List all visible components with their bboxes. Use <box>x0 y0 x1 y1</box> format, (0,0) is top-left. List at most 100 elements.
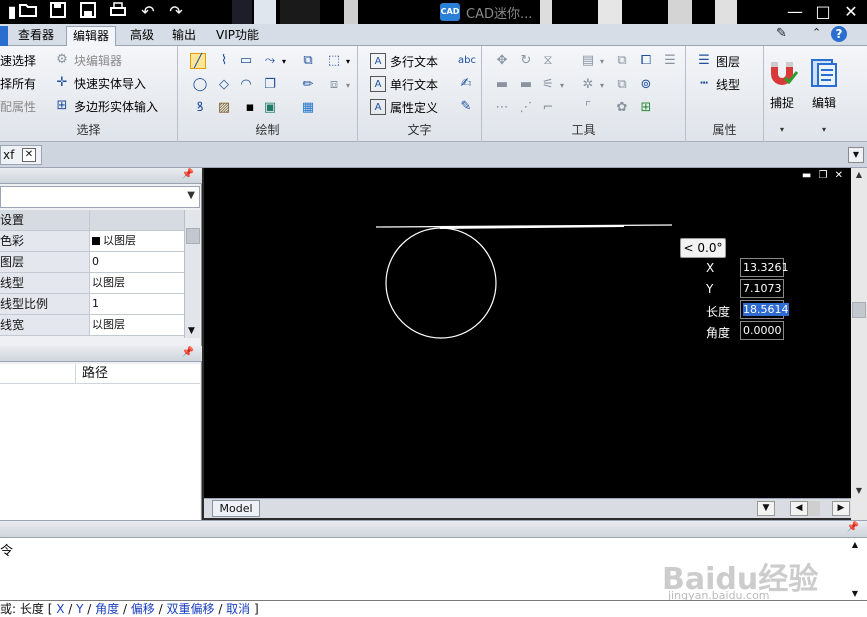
save-icon[interactable] <box>48 2 68 22</box>
property-row-color[interactable]: 色彩 以图层 <box>0 231 184 252</box>
app-button[interactable] <box>0 26 8 46</box>
rectangle-tool-button[interactable]: ▭ <box>238 51 254 71</box>
explode-button[interactable]: ⊚ <box>638 75 654 95</box>
pen-edit-icon[interactable]: ✎ <box>776 26 787 44</box>
tab-viewer[interactable]: 查看器 <box>12 26 60 46</box>
text-style-button[interactable]: abc <box>458 51 476 71</box>
table-tool-button[interactable]: ▦ <box>300 98 316 118</box>
region-tool-button[interactable]: ⬚ ▾ <box>326 51 350 71</box>
single-line-text-button[interactable]: A 单行文本 <box>370 74 438 94</box>
entity-type-select[interactable]: ▼ <box>0 186 200 208</box>
snap-dropdown-icon[interactable]: ▾ <box>762 125 802 134</box>
match-properties-button[interactable]: 配属性 <box>0 96 36 116</box>
polygon-entity-input-button[interactable]: ⊞ 多边形实体输入 <box>54 96 158 116</box>
ellipse-tool-button[interactable]: ◇ <box>216 75 232 95</box>
scroll-up-icon[interactable]: ▲ <box>851 168 867 182</box>
scroll-down-icon[interactable]: ▼ <box>851 484 867 498</box>
maximize-icon[interactable]: □ <box>809 0 837 24</box>
purge-button[interactable]: ✿ <box>614 98 630 118</box>
edit-dropdown-icon[interactable]: ▾ <box>804 125 844 134</box>
arc-tool-button[interactable]: ◠ <box>238 75 254 95</box>
scroll-right-icon[interactable]: ▶ <box>832 501 850 516</box>
model-tab[interactable]: Model <box>212 500 260 517</box>
quick-select-button[interactable]: 速选择 <box>0 50 36 70</box>
length-input[interactable]: 18.5614 <box>740 300 789 319</box>
extend-button[interactable]: ✲ ▾ <box>580 75 604 95</box>
group-button[interactable]: ⧠ <box>638 51 654 71</box>
help-icon[interactable]: ? <box>831 26 847 42</box>
block-editor-button[interactable]: ⚙ 块编辑器 <box>54 50 122 70</box>
break-button[interactable]: ⋯ <box>494 98 510 118</box>
trim-button[interactable]: ⚟ ▾ <box>540 75 564 95</box>
command-line[interactable]: 或: 长度 [ X / Y / 角度 / 偏移 / 双重偏移 / 取消 ] <box>0 600 867 617</box>
copy-entity-button[interactable]: ❐ <box>262 75 278 95</box>
array-button[interactable]: ▤ ▾ <box>580 51 604 71</box>
option-double-offset[interactable]: 双重偏移 <box>166 602 214 616</box>
y-coordinate-input[interactable]: 7.1073 <box>740 279 784 298</box>
scroll-thumb[interactable] <box>852 302 866 318</box>
canvas-vertical-scrollbar[interactable]: ▲ ▼ <box>851 168 867 498</box>
option-angle[interactable]: 角度 <box>95 602 119 616</box>
property-row-layer[interactable]: 图层 0 <box>0 252 184 273</box>
scroll-up-icon[interactable]: ▲ <box>847 540 863 549</box>
pin-icon[interactable]: 📌 <box>182 347 194 358</box>
export-button[interactable]: ⊞ <box>638 98 654 118</box>
layout-tabs-dropdown-icon[interactable]: ▼ <box>757 501 775 516</box>
linetype-button[interactable]: ┅ 线型 <box>696 74 740 94</box>
join-button[interactable]: ⧉ <box>614 75 630 95</box>
line-tool-button[interactable]: ╱ <box>190 51 206 71</box>
circle-tool-button[interactable]: ◯ <box>192 75 208 95</box>
drawing-canvas[interactable]: ▬ ❐ ✕ < 0.0° X 13.3261 Y 7.1073 长度 18.56… <box>204 168 851 498</box>
tab-advanced[interactable]: 高级 <box>124 26 160 46</box>
polyline-tool-button[interactable]: ⌇ <box>216 51 232 71</box>
option-cancel[interactable]: 取消 <box>226 602 250 616</box>
list-button[interactable]: ☰ <box>662 51 678 71</box>
mirror-button[interactable]: ⧖ <box>540 51 556 71</box>
pin-icon[interactable]: 📌 <box>182 169 194 180</box>
layers-button[interactable]: ☰ 图层 <box>696 51 740 71</box>
collapse-ribbon-icon[interactable]: ⌃ <box>812 26 821 44</box>
print-icon[interactable] <box>108 2 128 22</box>
multiline-text-button[interactable]: A 多行文本 <box>370 51 438 71</box>
chamfer-button[interactable]: ⌜ <box>580 98 596 118</box>
property-row-linetype-scale[interactable]: 线型比例 1 <box>0 294 184 315</box>
option-offset[interactable]: 偏移 <box>131 602 155 616</box>
properties-scrollbar[interactable]: ▼ <box>184 210 200 338</box>
property-row-lineweight[interactable]: 线宽 以图层 <box>0 315 184 336</box>
text-edit-button[interactable]: ✍ <box>458 74 474 94</box>
scale-button[interactable]: ▬ <box>494 75 510 95</box>
image-insert-button[interactable]: ▣ <box>262 98 278 118</box>
snap-button[interactable]: 捕捉 ▾ <box>762 50 802 136</box>
close-icon[interactable]: ✕ <box>837 0 865 24</box>
attribute-define-button[interactable]: A 属性定义 <box>370 97 438 117</box>
offset-button[interactable]: ⋰ <box>518 98 534 118</box>
pin-icon[interactable]: 📌 <box>847 522 859 533</box>
copy-tool-button[interactable]: ⧉ <box>614 51 630 71</box>
command-history-scrollbar[interactable]: ▲ ▼ <box>847 540 863 598</box>
tab-output[interactable]: 输出 <box>166 26 202 46</box>
edit-button[interactable]: 编辑 ▾ <box>804 50 844 136</box>
rotate-button[interactable]: ↻ <box>518 51 534 71</box>
x-coordinate-input[interactable]: 13.3261 <box>740 258 789 277</box>
save-as-icon[interactable] <box>78 2 98 22</box>
stretch-button[interactable]: ▬ <box>518 75 534 95</box>
close-tab-icon[interactable]: ✕ <box>22 148 36 162</box>
move-button[interactable]: ✥ <box>494 51 510 71</box>
minimize-icon[interactable]: — <box>781 0 809 24</box>
tab-list-dropdown-icon[interactable]: ▼ <box>848 147 864 163</box>
spline-tool-button[interactable]: ⤳ ▾ <box>262 51 286 71</box>
path-column-header[interactable]: 路径 <box>75 364 108 384</box>
open-folder-icon[interactable] <box>18 2 38 22</box>
tab-editor[interactable]: 编辑器 <box>66 26 117 46</box>
property-row-linetype[interactable]: 线型 以图层 <box>0 273 184 294</box>
select-all-button[interactable]: 择所有 <box>0 73 36 93</box>
quick-entity-import-button[interactable]: ✛ 快速实体导入 <box>54 73 146 93</box>
point-tool-button[interactable]: ▪ <box>242 98 258 118</box>
text-find-button[interactable]: ✎ <box>458 97 474 117</box>
fillet-button[interactable]: ⌐ <box>540 98 556 118</box>
angle-input[interactable]: 0.0000 <box>740 321 784 340</box>
spiral-tool-button[interactable]: ꝸ <box>192 98 208 118</box>
scroll-thumb[interactable] <box>186 228 200 244</box>
document-tab[interactable]: xf ✕ <box>0 145 42 165</box>
scroll-down-icon[interactable]: ▼ <box>847 589 863 598</box>
